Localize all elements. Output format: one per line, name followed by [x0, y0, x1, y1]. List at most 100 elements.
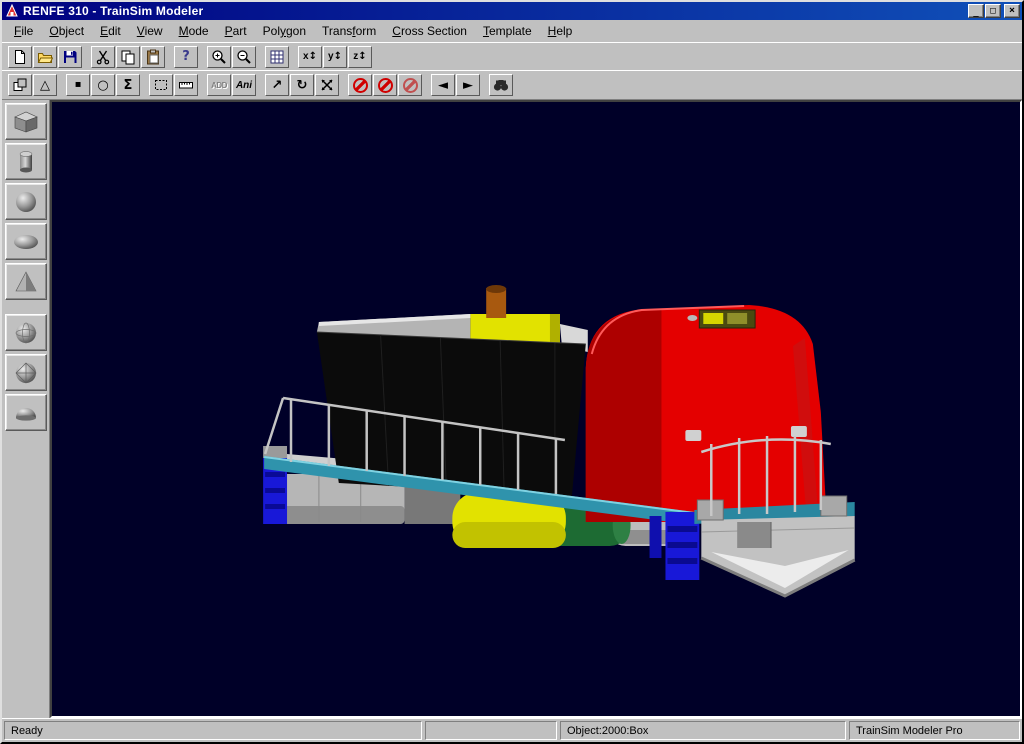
- viewport-3d[interactable]: [50, 100, 1022, 718]
- coupler-box: [737, 522, 771, 548]
- cone-primitive-icon: [9, 268, 43, 296]
- menu-help[interactable]: Help: [540, 21, 581, 41]
- buffer: [821, 496, 847, 516]
- marker-light: [685, 430, 701, 441]
- no-entry-1-button[interactable]: [348, 74, 372, 96]
- open-folder-icon: [37, 49, 53, 65]
- no-entry-icon: [403, 78, 418, 93]
- binoculars-icon: [492, 77, 510, 93]
- locomotive-model: [52, 102, 1020, 716]
- titlebar: RENFE 310 - TrainSim Modeler _ □ ×: [2, 2, 1022, 20]
- overlapping-squares-icon: [12, 77, 28, 93]
- window-controls: _ □ ×: [968, 4, 1020, 18]
- textured-sphere-primitive-icon: [9, 319, 43, 347]
- menu-cross-section[interactable]: Cross Section: [384, 21, 475, 41]
- menu-object[interactable]: Object: [41, 21, 92, 41]
- find-button[interactable]: [489, 74, 513, 96]
- grid-button[interactable]: [265, 46, 289, 68]
- maximize-button[interactable]: □: [985, 4, 1001, 18]
- save-floppy-icon: [62, 49, 78, 65]
- save-button[interactable]: [58, 46, 82, 68]
- zoom-out-button[interactable]: [232, 46, 256, 68]
- primitive-cone-button[interactable]: [5, 263, 47, 300]
- minimize-button[interactable]: _: [968, 4, 984, 18]
- no-entry-2-button[interactable]: [373, 74, 397, 96]
- primitive-sphere2-button[interactable]: [5, 314, 47, 351]
- copy-button[interactable]: [116, 46, 140, 68]
- roof-detail: [687, 315, 697, 321]
- menubar: File Object Edit View Mode Part Polygon …: [2, 20, 1022, 42]
- marquee-tool-button[interactable]: [149, 74, 173, 96]
- box-primitive-icon: [9, 108, 43, 136]
- clipboard-icon: [145, 49, 161, 65]
- point-tool-button[interactable]: ▪: [66, 74, 90, 96]
- app-icon: [5, 4, 19, 18]
- ruler-icon: [178, 77, 194, 93]
- zoom-in-button[interactable]: [207, 46, 231, 68]
- copy-icon: [120, 49, 136, 65]
- menu-view[interactable]: View: [129, 21, 171, 41]
- next-button[interactable]: ►: [456, 74, 480, 96]
- circle-tool-button[interactable]: ○: [91, 74, 115, 96]
- marker-light: [791, 426, 807, 437]
- menu-part[interactable]: Part: [217, 21, 255, 41]
- menu-edit[interactable]: Edit: [92, 21, 129, 41]
- primitive-sphere-button[interactable]: [5, 183, 47, 220]
- open-button[interactable]: [33, 46, 57, 68]
- new-file-icon: [12, 49, 28, 65]
- add-button[interactable]: ADD: [207, 74, 231, 96]
- flip-y-button[interactable]: y↕: [323, 46, 347, 68]
- marquee-icon: [153, 77, 169, 93]
- primitive-geosphere-button[interactable]: [5, 354, 47, 391]
- no-entry-3-button[interactable]: [398, 74, 422, 96]
- menu-transform[interactable]: Transform: [314, 21, 384, 41]
- toolbar-standard: ? x↕ y↕ z↕: [2, 42, 1022, 70]
- ellipsoid-primitive-icon: [9, 228, 43, 256]
- flip-z-button[interactable]: z↕: [348, 46, 372, 68]
- no-entry-icon: [378, 78, 393, 93]
- paste-button[interactable]: [141, 46, 165, 68]
- front-steps: [650, 512, 700, 580]
- scale-arrows-icon: [319, 77, 335, 93]
- menu-polygon[interactable]: Polygon: [255, 21, 314, 41]
- geosphere-primitive-icon: [9, 359, 43, 387]
- menu-template[interactable]: Template: [475, 21, 540, 41]
- application-window: RENFE 310 - TrainSim Modeler _ □ × File …: [0, 0, 1024, 744]
- pan-arrow-button[interactable]: ↗: [265, 74, 289, 96]
- sigma-tool-button[interactable]: Σ: [116, 74, 140, 96]
- menu-file[interactable]: File: [6, 21, 41, 41]
- statusbar: Ready Object:2000:Box TrainSim Modeler P…: [2, 718, 1022, 742]
- help-button[interactable]: ?: [174, 46, 198, 68]
- sphere-primitive-icon: [9, 188, 43, 216]
- primitives-toolbar: [2, 100, 50, 718]
- primitive-cylinder-button[interactable]: [5, 143, 47, 180]
- close-button[interactable]: ×: [1004, 4, 1020, 18]
- status-panel-2: [425, 721, 557, 740]
- ani-button[interactable]: Ani: [232, 74, 256, 96]
- grid-icon: [269, 49, 285, 65]
- scissors-icon: [95, 49, 111, 65]
- primitive-dome-button[interactable]: [5, 394, 47, 431]
- cab: [586, 305, 827, 522]
- status-message: Ready: [4, 721, 422, 740]
- ruler-tool-button[interactable]: [174, 74, 198, 96]
- dome-primitive-icon: [9, 399, 43, 427]
- menu-mode[interactable]: Mode: [171, 21, 217, 41]
- toolbar-tools: △ ▪ ○ Σ ADD Ani ↗ ↻: [2, 70, 1022, 100]
- no-entry-icon: [353, 78, 368, 93]
- status-app-edition: TrainSim Modeler Pro: [849, 721, 1020, 740]
- flip-x-button[interactable]: x↕: [298, 46, 322, 68]
- headlight-box: [699, 310, 755, 328]
- prev-button[interactable]: ◄: [431, 74, 455, 96]
- cut-button[interactable]: [91, 46, 115, 68]
- primitive-ellipsoid-button[interactable]: [5, 223, 47, 260]
- triangle-tool-button[interactable]: △: [33, 74, 57, 96]
- scale-button[interactable]: [315, 74, 339, 96]
- cylinder-primitive-icon: [9, 148, 43, 176]
- rotate-button[interactable]: ↻: [290, 74, 314, 96]
- zoom-in-icon: [211, 49, 227, 65]
- new-button[interactable]: [8, 46, 32, 68]
- primitive-box-button[interactable]: [5, 103, 47, 140]
- window-title: RENFE 310 - TrainSim Modeler: [23, 4, 203, 18]
- select-shapes-button[interactable]: [8, 74, 32, 96]
